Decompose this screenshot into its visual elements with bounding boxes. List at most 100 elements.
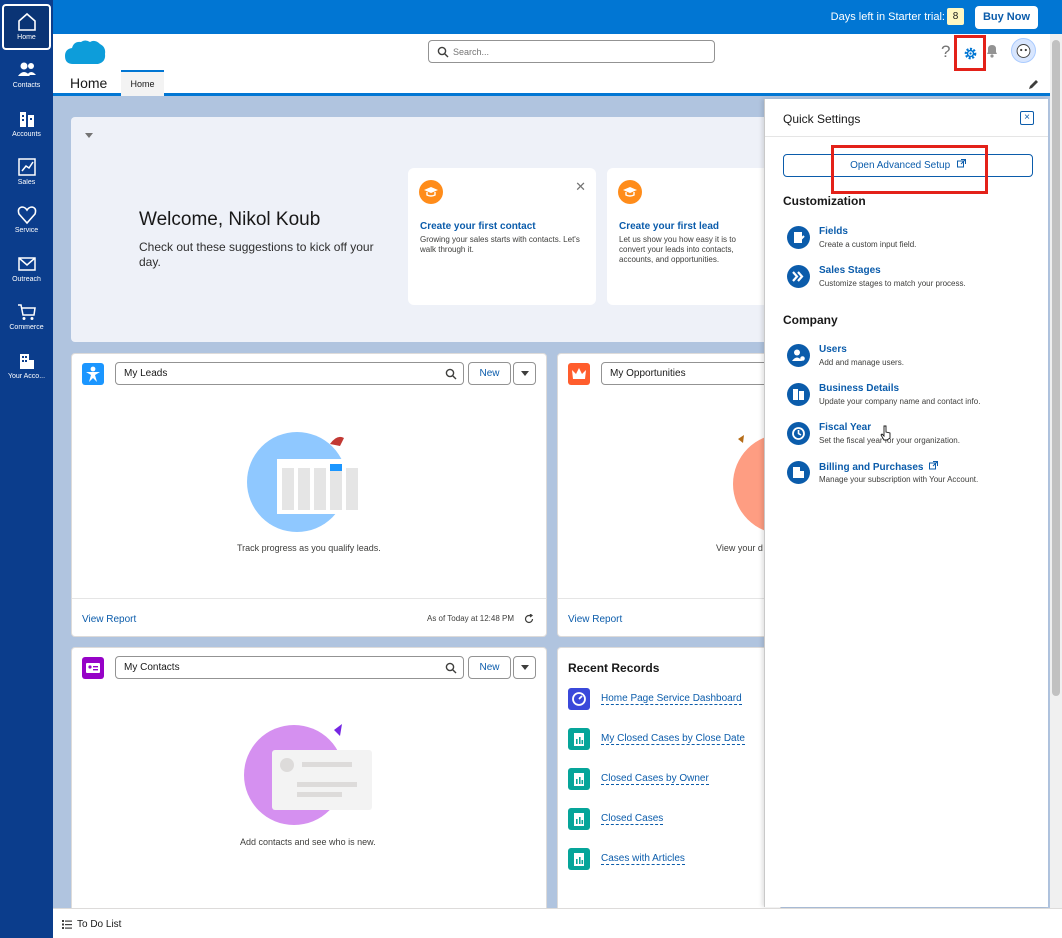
setup-gear-highlight[interactable] (954, 35, 986, 71)
welcome-panel: Welcome, Nikol Koub Check out these sugg… (71, 117, 781, 342)
contacts-menu-dropdown[interactable] (513, 656, 536, 679)
nav-item-label: Outreach (12, 276, 41, 283)
todo-list-icon (62, 920, 72, 929)
graduation-cap-icon (618, 180, 642, 204)
buy-now-button[interactable]: Buy Now (975, 6, 1038, 29)
nav-item-home[interactable]: Home (2, 4, 51, 50)
app-name: Home (70, 75, 108, 91)
suggestion-desc: Growing your sales starts with contacts.… (420, 235, 580, 254)
recent-record-link[interactable]: Closed Cases (601, 813, 664, 825)
suggestion-title[interactable]: Create your first contact (420, 221, 536, 232)
close-icon[interactable]: ✕ (575, 179, 586, 195)
customization-heading: Customization (783, 194, 866, 208)
qs-item-label[interactable]: Users (819, 344, 847, 355)
page-scrollbar[interactable] (1050, 34, 1062, 908)
list-view-select[interactable]: My Leads (115, 362, 464, 385)
report-icon (568, 728, 590, 750)
contact-card-icon (82, 657, 104, 679)
todo-list-button[interactable]: To Do List (77, 919, 121, 930)
contacts-icon (17, 62, 36, 76)
leads-menu-dropdown[interactable] (513, 362, 536, 385)
salesforce-logo[interactable] (63, 38, 107, 68)
hand-cursor-icon (880, 425, 891, 441)
service-icon (17, 206, 36, 225)
list-view-select[interactable]: My Contacts (115, 656, 464, 679)
list-view-label: My Leads (124, 368, 168, 379)
qs-item-billing[interactable]: Billing and Purchases Manage your subscr… (787, 461, 1037, 491)
qs-item-label[interactable]: Fields (819, 226, 848, 237)
accounts-icon (19, 112, 34, 127)
empty-state-text: Add contacts and see who is new. (240, 837, 376, 847)
nav-item-label: Accounts (12, 131, 41, 138)
qs-item-sales-stages[interactable]: Sales Stages Customize stages to match y… (787, 265, 1037, 295)
external-link-icon (929, 461, 939, 470)
my-leads-card: My Leads New Track progress as you quali… (71, 353, 547, 637)
list-view-label: My Opportunities (610, 368, 686, 379)
nav-item-service[interactable]: Service (2, 199, 51, 245)
gear-icon[interactable] (963, 46, 978, 61)
new-lead-button[interactable]: New (468, 362, 511, 385)
company-heading: Company (783, 313, 838, 327)
my-opportunities-card: My Opportunities View your d View Report (557, 353, 781, 637)
tab-home[interactable]: Home (121, 70, 164, 96)
qs-item-fiscal-year[interactable]: Fiscal Year Set the fiscal year for your… (787, 422, 1037, 452)
nav-item-outreach[interactable]: Outreach (2, 248, 51, 294)
advanced-setup-highlight (831, 145, 988, 194)
trial-banner: Days left in Starter trial: 8 Buy Now (53, 0, 1062, 34)
view-report-link[interactable]: View Report (568, 614, 622, 625)
qs-item-fields[interactable]: Fields Create a custom input field. (787, 226, 1037, 256)
list-view-label: My Contacts (124, 662, 180, 673)
qs-item-desc: Update your company name and contact inf… (819, 397, 981, 406)
users-icon (787, 344, 810, 367)
graduation-cap-icon (419, 180, 443, 204)
scrollbar-thumb[interactable] (1052, 40, 1060, 696)
utility-bar: To Do List (53, 908, 1062, 938)
as-of-timestamp: As of Today at 12:48 PM (426, 614, 514, 623)
search-input[interactable] (453, 43, 703, 60)
recent-record-link[interactable]: Home Page Service Dashboard (601, 693, 742, 705)
nav-item-your-account[interactable]: Your Acco... (2, 345, 51, 391)
your-account-icon (19, 354, 34, 369)
nav-item-commerce[interactable]: Commerce (2, 296, 51, 342)
qs-item-users[interactable]: Users Add and manage users. (787, 344, 1037, 374)
suggestion-card-lead[interactable]: Create your first lead Let us show you h… (607, 168, 781, 305)
list-view-select[interactable]: My Opportunities (601, 362, 780, 385)
qs-item-label[interactable]: Sales Stages (819, 265, 881, 276)
search-icon[interactable] (445, 368, 457, 380)
billing-icon (787, 461, 810, 484)
search-icon[interactable] (445, 662, 457, 674)
new-contact-button[interactable]: New (468, 656, 511, 679)
suggestion-card-contact[interactable]: ✕ Create your first contact Growing your… (408, 168, 596, 305)
collapse-caret-icon[interactable] (85, 133, 93, 138)
recent-record-link[interactable]: Cases with Articles (601, 853, 685, 865)
global-search[interactable] (428, 40, 715, 63)
qs-item-label[interactable]: Business Details (819, 383, 899, 394)
nav-item-label: Sales (17, 179, 36, 186)
edit-nav-pencil-icon[interactable] (1028, 79, 1039, 90)
help-icon[interactable]: ? (941, 42, 950, 62)
suggestion-title[interactable]: Create your first lead (619, 221, 719, 232)
refresh-icon[interactable] (524, 614, 534, 624)
report-icon (568, 848, 590, 870)
recent-record-link[interactable]: My Closed Cases by Close Date (601, 733, 745, 745)
recent-record-link[interactable]: Closed Cases by Owner (601, 773, 709, 785)
qs-item-label[interactable]: Billing and Purchases (819, 461, 939, 473)
bell-icon[interactable] (985, 43, 999, 58)
nav-item-label: Contacts (12, 82, 41, 89)
close-icon[interactable]: × (1020, 111, 1034, 125)
qs-item-label[interactable]: Fiscal Year (819, 422, 871, 433)
nav-item-contacts[interactable]: Contacts (2, 54, 51, 100)
card-footer: View Report As of Today at 12:48 PM (72, 598, 546, 636)
sales-stages-icon (787, 265, 810, 288)
recent-records-title: Recent Records (568, 661, 660, 675)
nav-item-label: Commerce (9, 324, 44, 331)
nav-item-sales[interactable]: Sales (2, 151, 51, 197)
user-avatar[interactable] (1011, 38, 1036, 63)
view-report-link[interactable]: View Report (82, 614, 136, 625)
welcome-title: Welcome, Nikol Koub (139, 209, 321, 230)
nav-item-label: Your Acco... (7, 373, 46, 380)
qs-item-business-details[interactable]: Business Details Update your company nam… (787, 383, 1037, 413)
empty-state-text: Track progress as you qualify leads. (237, 543, 381, 553)
search-icon (437, 46, 449, 58)
nav-item-accounts[interactable]: Accounts (2, 103, 51, 149)
